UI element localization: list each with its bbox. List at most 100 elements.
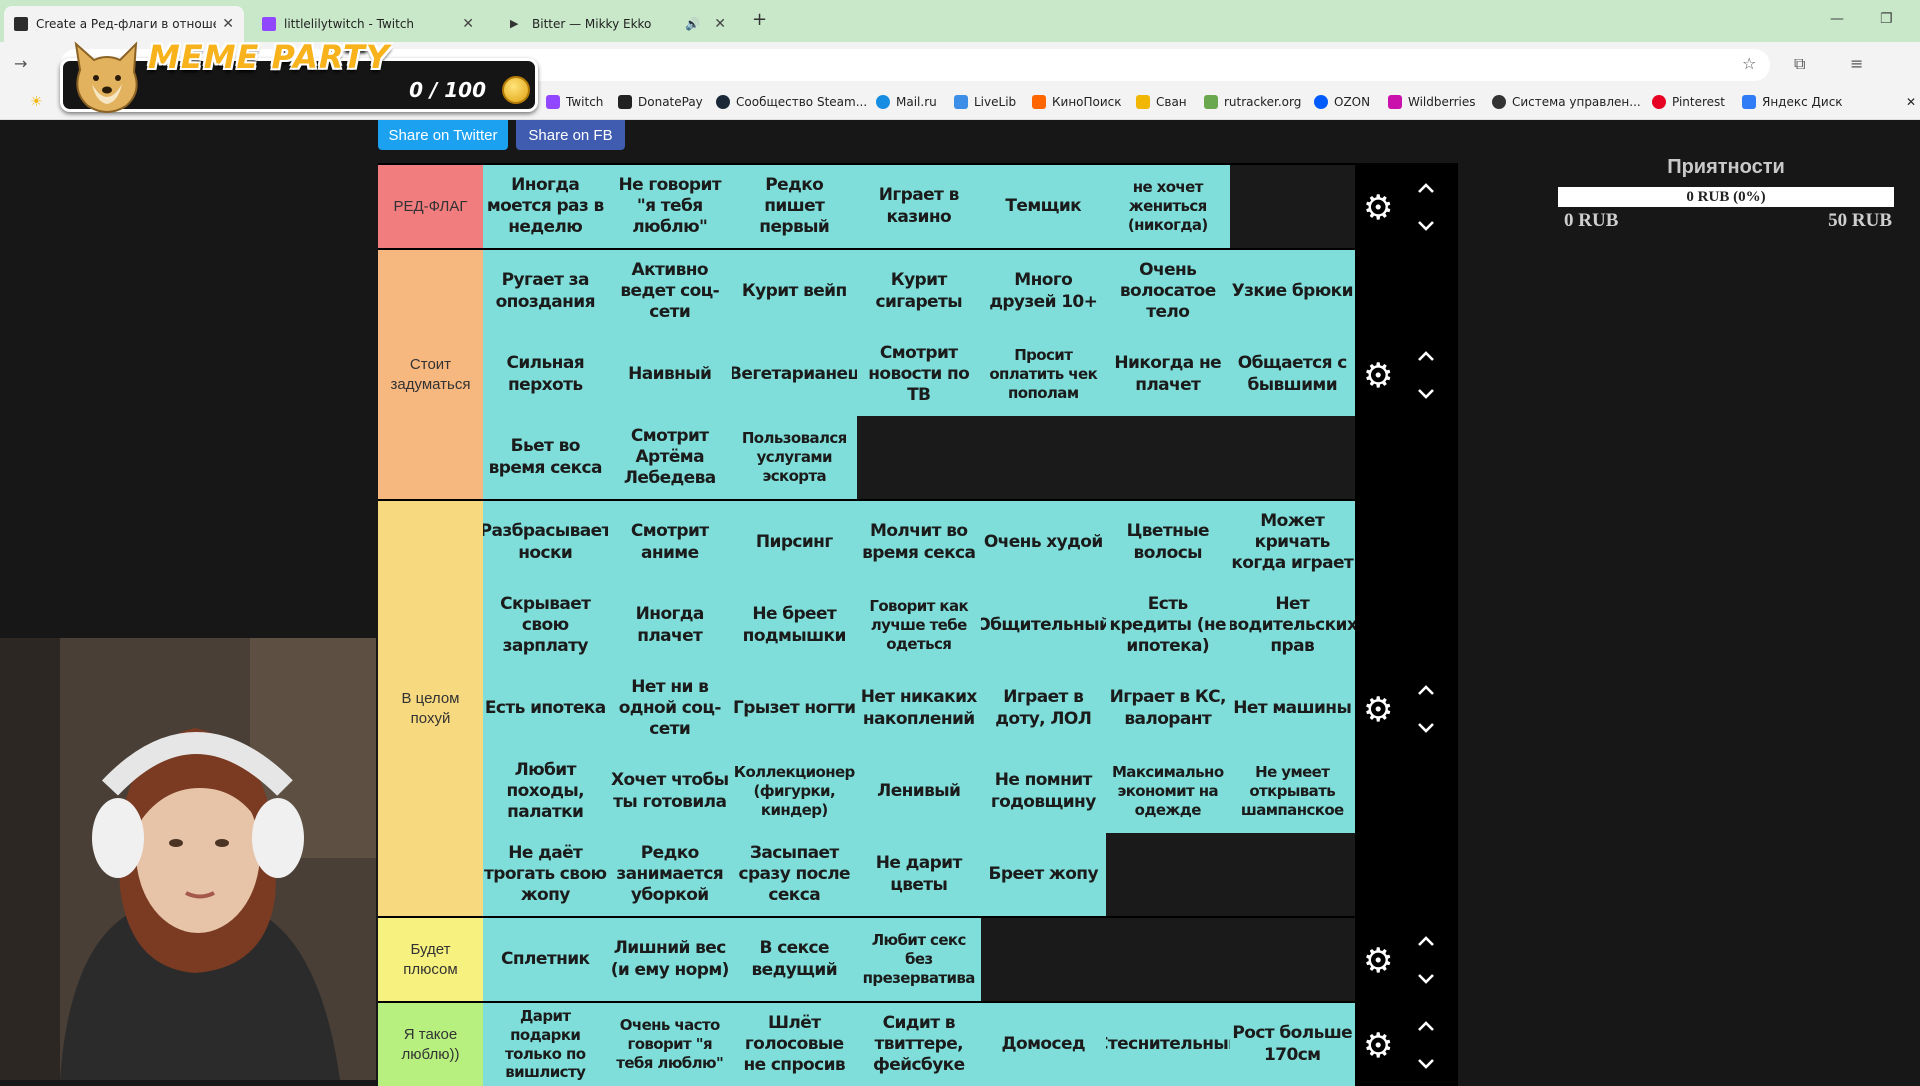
tier-item[interactable]: Дарит подарки только по вишлисту xyxy=(483,1003,608,1086)
tier-item[interactable]: Скрывает свою зарплату xyxy=(483,584,608,667)
tier-label[interactable]: Стоит задуматься xyxy=(378,250,483,499)
tier-label[interactable]: РЕД-ФЛАГ xyxy=(378,165,483,248)
bookmark-steam[interactable]: Сообщество Steam... xyxy=(716,95,867,109)
close-icon[interactable]: ✕ xyxy=(714,16,726,32)
tier-item[interactable]: Рост больше 170см xyxy=(1230,1003,1355,1086)
tier-item[interactable]: Грызет ногти xyxy=(732,667,857,750)
tier-item[interactable]: Цветные волосы xyxy=(1105,501,1230,584)
extensions-icon[interactable]: ⧉ xyxy=(1794,54,1805,74)
tier-item[interactable]: Играет в казино xyxy=(856,165,981,248)
tier-item[interactable]: Не бреет подмышки xyxy=(732,584,857,667)
speaker-icon[interactable]: 🔊 xyxy=(685,17,700,31)
bookmark-mailru[interactable]: Mail.ru xyxy=(876,95,937,109)
gear-icon[interactable]: ⚙ xyxy=(1363,693,1393,727)
forward-icon[interactable]: → xyxy=(14,54,27,73)
chevron-up-icon[interactable] xyxy=(1415,346,1437,368)
close-icon[interactable]: ✕ xyxy=(222,16,234,32)
tier-item[interactable]: не хочет жениться (никогда) xyxy=(1105,165,1230,248)
restore-icon[interactable]: ❐ xyxy=(1880,11,1893,27)
tier-item[interactable]: Не умеет открывать шампанское xyxy=(1230,750,1355,833)
tier-item[interactable]: Есть кредиты (не ипотека) xyxy=(1105,584,1230,667)
tier-item[interactable]: Много друзей 10+ xyxy=(981,250,1106,333)
bookmark-yandex-disk[interactable]: Яндекс Диск xyxy=(1742,95,1843,109)
chevron-down-icon[interactable] xyxy=(1415,1052,1437,1074)
tier-item[interactable]: Любит секс без презерватива xyxy=(856,918,981,1001)
bookmark-control-system[interactable]: Система управлен... xyxy=(1492,95,1641,109)
bookmark-wildberries[interactable]: Wildberries xyxy=(1388,95,1476,109)
share-twitter-button[interactable]: Share on Twitter xyxy=(378,120,508,150)
tier-item[interactable]: Очень волосатое тело xyxy=(1105,250,1230,333)
tier-item[interactable]: Вегетарианец xyxy=(732,333,857,416)
tier-item[interactable]: Не даёт трогать свою жопу xyxy=(483,833,608,916)
tier-item[interactable]: Иногда плачет xyxy=(607,584,732,667)
tier-item[interactable]: Пирсинг xyxy=(732,501,857,584)
tier-item[interactable]: Лишний вес (и ему норм) xyxy=(607,918,732,1001)
close-icon[interactable]: ✕ xyxy=(1906,95,1916,109)
tier-item[interactable]: Не дарит цветы xyxy=(856,833,981,916)
tier-item[interactable]: Активно ведет соц-сети xyxy=(607,250,732,333)
bookmark-livelib[interactable]: LiveLib xyxy=(954,95,1016,109)
tier-item[interactable]: Не говорит "я тебя люблю" xyxy=(607,165,732,248)
gear-icon[interactable]: ⚙ xyxy=(1363,944,1393,978)
chevron-up-icon[interactable] xyxy=(1415,1016,1437,1038)
tier-item[interactable]: Никогда не плачет xyxy=(1105,333,1230,416)
tier-item[interactable]: Нет никаких накоплений xyxy=(856,667,981,750)
tier-item[interactable]: В сексе ведущий xyxy=(732,918,857,1001)
new-tab-button[interactable]: + xyxy=(752,9,767,30)
bookmark-rutracker[interactable]: rutracker.org xyxy=(1204,95,1301,109)
gear-icon[interactable]: ⚙ xyxy=(1363,1029,1393,1063)
tier-item[interactable]: Играет в доту, ЛОЛ xyxy=(981,667,1106,750)
tier-item[interactable]: Играет в КС, валорант xyxy=(1105,667,1230,750)
tier-item[interactable]: Смотрит новости по ТВ xyxy=(856,333,981,416)
star-icon[interactable]: ☆ xyxy=(1742,54,1756,73)
tier-label[interactable]: В целом похуй xyxy=(378,501,483,916)
tier-item[interactable]: Бьет во время секса xyxy=(483,416,608,499)
tier-item[interactable]: Молчит во время секса xyxy=(856,501,981,584)
tier-item[interactable]: Общительный xyxy=(981,584,1106,667)
tier-item[interactable]: Общается с бывшими xyxy=(1230,333,1355,416)
share-fb-button[interactable]: Share on FB xyxy=(516,120,625,150)
tier-item[interactable]: Сплетник xyxy=(483,918,608,1001)
tier-item[interactable]: Очень часто говорит "я тебя люблю" xyxy=(607,1003,732,1086)
chevron-down-icon[interactable] xyxy=(1415,967,1437,989)
tier-item[interactable]: Засыпает сразу после секса xyxy=(732,833,857,916)
tier-item[interactable]: Нет водительских прав xyxy=(1230,584,1355,667)
tier-item[interactable]: Редко занимается уборкой xyxy=(607,833,732,916)
tier-item[interactable]: Очень худой xyxy=(981,501,1106,584)
media-icon[interactable]: ≡ xyxy=(1850,54,1863,73)
bookmark-kinopoisk[interactable]: КиноПоиск xyxy=(1032,95,1122,109)
tier-item[interactable]: Иногда моется раз в неделю xyxy=(483,165,608,248)
tier-item[interactable]: Коллекционер (фигурки, киндер) xyxy=(732,750,857,833)
weather-icon[interactable]: ☀ xyxy=(30,94,43,110)
tier-item[interactable]: Домосед xyxy=(981,1003,1106,1086)
tier-item[interactable]: Просит оплатить чек пополам xyxy=(981,333,1106,416)
close-icon[interactable]: ✕ xyxy=(462,16,474,32)
gear-icon[interactable]: ⚙ xyxy=(1363,191,1393,225)
tier-item[interactable]: Шлёт голосовые не спросив xyxy=(732,1003,857,1086)
tier-item[interactable]: Редко пишет первый xyxy=(732,165,857,248)
tier-item[interactable]: Смотрит Артёма Лебедева xyxy=(607,416,732,499)
chevron-up-icon[interactable] xyxy=(1415,931,1437,953)
bookmark-pinterest[interactable]: Pinterest xyxy=(1652,95,1725,109)
bookmark-ozon[interactable]: OZON xyxy=(1314,95,1370,109)
tier-label[interactable]: Я такое люблю)) xyxy=(378,1003,483,1086)
tier-item[interactable]: Говорит как лучше тебе одеться xyxy=(856,584,981,667)
tier-label[interactable]: Будет плюсом xyxy=(378,918,483,1001)
tier-item[interactable]: Узкие брюки xyxy=(1230,250,1355,333)
tier-item[interactable]: Смотрит аниме xyxy=(607,501,732,584)
tier-item[interactable]: Сильная перхоть xyxy=(483,333,608,416)
tier-item[interactable]: Стеснительный xyxy=(1105,1003,1230,1086)
gear-icon[interactable]: ⚙ xyxy=(1363,359,1393,393)
tier-item[interactable]: Нет ни в одной соц-сети xyxy=(607,667,732,750)
tier-item[interactable]: Наивный xyxy=(607,333,732,416)
bookmark-donatepay[interactable]: DonatePay xyxy=(618,95,703,109)
chevron-down-icon[interactable] xyxy=(1415,214,1437,236)
tier-item[interactable]: Может кричать когда играет xyxy=(1230,501,1355,584)
tier-item[interactable]: Ленивый xyxy=(856,750,981,833)
tier-item[interactable]: Курит вейп xyxy=(732,250,857,333)
chevron-down-icon[interactable] xyxy=(1415,716,1437,738)
tier-item[interactable]: Хочет чтобы ты готовила xyxy=(607,750,732,833)
bookmark-twitch[interactable]: Twitch xyxy=(546,95,603,109)
tier-item[interactable]: Нет машины xyxy=(1230,667,1355,750)
tier-item[interactable]: Разбрасывает носки xyxy=(483,501,608,584)
